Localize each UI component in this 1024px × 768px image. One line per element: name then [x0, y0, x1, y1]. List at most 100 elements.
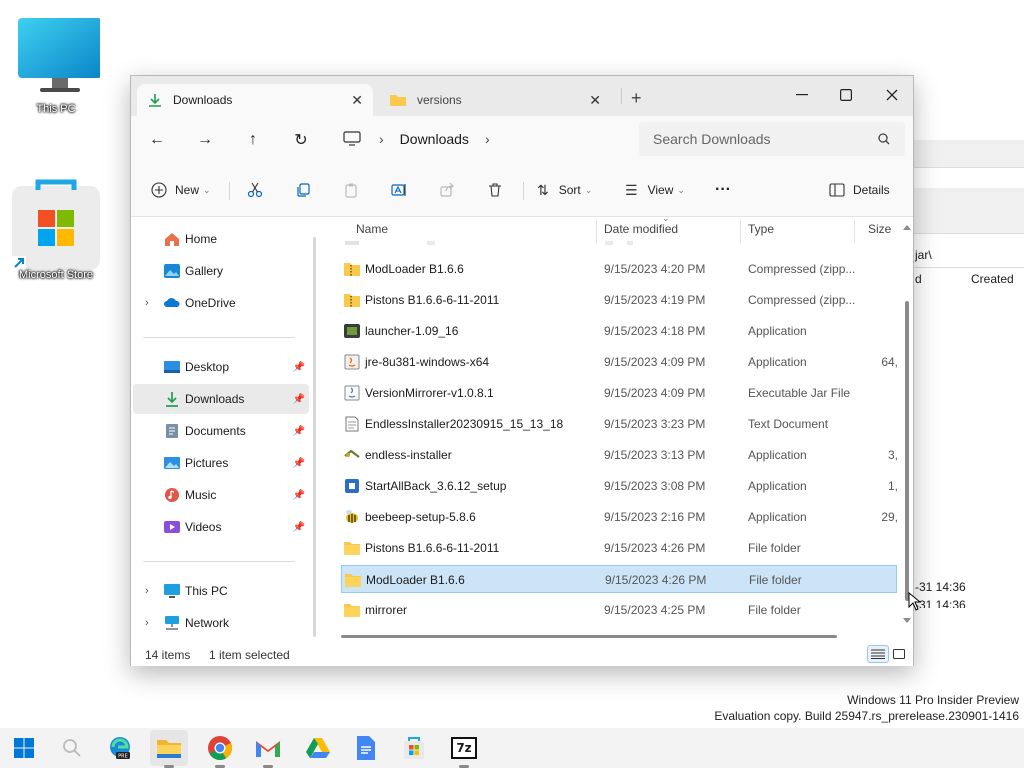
tab-downloads[interactable]: Downloads ✕ [137, 84, 373, 116]
file-row[interactable]: endless-installer 9/15/2023 3:13 PM Applic… [341, 441, 898, 469]
large-icons-view-button[interactable] [891, 646, 907, 662]
search-box[interactable]: Search Downloads [639, 122, 905, 156]
desktop-icon-this-pc[interactable]: This PC [6, 16, 106, 115]
horizontal-scrollbar[interactable] [341, 635, 837, 638]
background-window[interactable]: jar\ d Created -31 14:36 -31 14:36 [912, 140, 1024, 620]
pin-icon[interactable]: 📌 [293, 458, 305, 469]
sidebar-item-onedrive[interactable]: › OneDrive [133, 288, 309, 318]
column-header-name[interactable]: Name [356, 222, 388, 236]
file-row[interactable]: launcher-1.09_16 9/15/2023 4:18 PM Applica… [341, 317, 897, 345]
file-date: 9/15/2023 4:18 PM [604, 324, 706, 338]
cut-button[interactable] [247, 176, 263, 204]
sidebar-item-music[interactable]: Music 📌 [133, 480, 309, 510]
share-button[interactable] [439, 176, 455, 204]
address-bar[interactable]: › Downloads › [333, 122, 629, 156]
file-size: 3, [887, 448, 898, 462]
file-row[interactable]: beebeep-setup-5.8.6 9/15/2023 2:16 PM Appl… [341, 503, 898, 531]
new-button[interactable]: New ⌄ [151, 176, 211, 204]
sidebar-item-network[interactable]: › Network [133, 608, 309, 638]
drive-button[interactable] [304, 734, 332, 762]
column-divider[interactable] [596, 219, 597, 243]
pin-icon[interactable]: 📌 [293, 426, 305, 437]
path-fragment: jar\ [915, 248, 932, 262]
file-row[interactable]: VersionMirrorer-v1.0.8.1 9/15/2023 4:09 P… [341, 379, 897, 407]
pin-icon[interactable]: 📌 [293, 490, 305, 501]
edge-pre-button[interactable]: PRE [106, 734, 134, 762]
more-options-button[interactable]: ··· [715, 176, 731, 204]
sort-button[interactable]: ⇅ Sort ⌄ [537, 176, 592, 204]
delete-button[interactable] [487, 176, 503, 204]
scroll-thumb[interactable] [905, 301, 909, 601]
breadcrumb-chevron-icon[interactable]: › [379, 131, 384, 147]
file-type: Compressed (zipp... [748, 262, 856, 276]
file-row[interactable]: ModLoader B1.6.6 9/15/2023 4:26 PM File fo… [341, 565, 897, 593]
pin-icon[interactable]: 📌 [293, 362, 305, 373]
file-row[interactable]: Pistons B1.6.6-6-11-2011 9/15/2023 4:19 P… [341, 286, 897, 314]
sidebar-item-gallery[interactable]: Gallery [133, 256, 309, 286]
file-type: Executable Jar File [748, 386, 851, 400]
sidebar-item-this-pc[interactable]: › This PC [133, 576, 309, 606]
gmail-button[interactable] [254, 734, 282, 762]
search-button[interactable] [58, 734, 86, 762]
pictures-icon [164, 457, 180, 469]
close-tab-icon[interactable]: ✕ [589, 92, 601, 109]
scroll-up-icon[interactable] [902, 223, 912, 231]
sidebar-item-label: Gallery [185, 264, 224, 278]
docs-button[interactable] [352, 734, 380, 762]
forward-button[interactable]: → [193, 128, 217, 152]
sidebar-item-downloads[interactable]: Downloads 📌 [133, 384, 309, 414]
start-button[interactable] [10, 734, 38, 762]
close-tab-icon[interactable]: ✕ [351, 92, 363, 109]
file-row[interactable]: StartAllBack_3.6.12_setup 9/15/2023 3:08 … [341, 472, 898, 500]
column-divider[interactable] [854, 219, 855, 243]
search-input[interactable]: Search Downloads [653, 131, 771, 147]
column-header-type[interactable]: Type [748, 222, 774, 236]
file-row[interactable]: Pistons B1.6.6-6-11-2011 9/15/2023 4:26 P… [341, 534, 897, 562]
pin-icon[interactable]: 📌 [293, 394, 305, 405]
file-row[interactable]: ModLoader B1.6.6 9/15/2023 4:20 PM Compres… [341, 255, 897, 283]
paste-button[interactable] [343, 176, 359, 204]
maximize-button[interactable] [823, 80, 869, 110]
close-button[interactable] [869, 80, 915, 110]
copy-button[interactable] [295, 176, 311, 204]
new-tab-button[interactable]: + [631, 88, 642, 109]
breadcrumb-chevron-icon[interactable]: › [485, 131, 490, 147]
sidebar-scrollbar[interactable] [313, 237, 316, 637]
sidebar-item-pictures[interactable]: Pictures 📌 [133, 448, 309, 478]
scroll-down-icon[interactable] [902, 617, 912, 625]
7zip-button[interactable]: 7z [450, 734, 478, 762]
file-row[interactable]: jre-8u381-windows-x64 9/15/2023 4:09 PM Ap… [341, 348, 898, 376]
column-divider[interactable] [740, 219, 741, 243]
chrome-button[interactable] [206, 734, 234, 762]
sidebar-item-documents[interactable]: Documents 📌 [133, 416, 309, 446]
refresh-button[interactable]: ↻ [289, 128, 313, 152]
view-button[interactable]: ☰ View ⌄ [625, 176, 685, 204]
cloud-icon [164, 298, 180, 307]
file-list-scrollbar[interactable] [902, 221, 912, 629]
file-row[interactable]: mirrorer 9/15/2023 4:25 PM File folder [341, 596, 897, 624]
minimize-button[interactable] [779, 80, 825, 110]
chevron-right-icon[interactable]: › [145, 297, 149, 309]
file-row[interactable]: EndlessInstaller20230915_15_13_18 9/15/20… [341, 410, 897, 438]
sidebar-item-desktop[interactable]: Desktop 📌 [133, 352, 309, 382]
pin-icon[interactable]: 📌 [293, 522, 305, 533]
file-explorer-window[interactable]: Downloads ✕ versions ✕ + ← → ↑ ↻ › Downl… [130, 75, 914, 666]
rename-button[interactable] [391, 176, 407, 204]
file-date: 9/15/2023 4:26 PM [604, 541, 706, 555]
store-button[interactable] [400, 734, 428, 762]
sidebar-item-videos[interactable]: Videos 📌 [133, 512, 309, 542]
selection-count: 1 item selected [209, 648, 290, 662]
tab-versions[interactable]: versions ✕ [379, 84, 611, 116]
file-explorer-button[interactable] [155, 734, 183, 762]
chevron-right-icon[interactable]: › [145, 585, 149, 597]
back-button[interactable]: ← [145, 128, 169, 152]
chevron-right-icon[interactable]: › [145, 617, 149, 629]
details-view-button[interactable] [867, 645, 889, 663]
column-header-size[interactable]: Size [868, 222, 891, 236]
breadcrumb-downloads[interactable]: Downloads [400, 131, 469, 147]
details-button[interactable]: Details [829, 176, 890, 204]
up-button[interactable]: ↑ [241, 128, 265, 152]
column-header-date[interactable]: Date modified [604, 222, 678, 236]
desktop-icon-microsoft-store[interactable]: Microsoft Store [6, 176, 106, 281]
sidebar-item-home[interactable]: Home [133, 224, 309, 254]
